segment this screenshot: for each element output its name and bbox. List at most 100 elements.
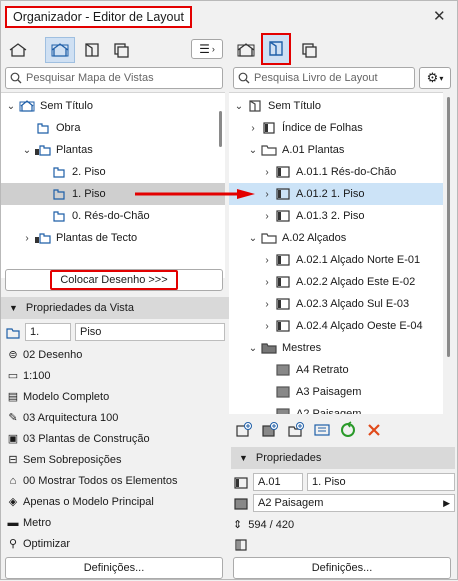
elements-icon: ⌂ — [9, 474, 17, 487]
view-property-row[interactable]: ▬ Metro — [1, 512, 52, 533]
expand-arrow-icon[interactable]: ⌄ — [233, 101, 245, 112]
expand-arrow-icon[interactable]: ⌄ — [21, 145, 33, 156]
left-tree-item[interactable]: › Plantas de Tecto — [1, 227, 225, 249]
ruler-icon: ▬ — [7, 516, 19, 529]
view-property-value: Sem Sobreposições — [23, 453, 122, 466]
tree-item-label: A.02.3 Alçado Sul E-03 — [296, 298, 410, 310]
collapse-arrow-icon[interactable]: › — [261, 255, 273, 266]
view-property-row[interactable]: ⊜ 02 Desenho — [1, 344, 82, 365]
collapse-arrow-icon[interactable]: › — [261, 211, 273, 222]
view-map-icon[interactable] — [45, 37, 75, 63]
view-property-row[interactable]: ✎ 03 Arquitectura 100 — [1, 407, 118, 428]
right-tree-item[interactable]: › A.02.1 Alçado Norte E-01 — [229, 249, 443, 271]
right-tree-item[interactable]: ⌄ A.01 Plantas — [229, 139, 443, 161]
new-master-icon[interactable] — [261, 421, 279, 439]
scale-icon: ▭ — [7, 370, 19, 382]
publisher-sets-icon[interactable] — [295, 37, 325, 63]
layout-id-field[interactable]: A.01 — [253, 473, 303, 491]
collapse-arrow-icon[interactable]: › — [261, 321, 273, 332]
right-tree-item[interactable]: › A.02.2 Alçado Este E-02 — [229, 271, 443, 293]
tree-item-label: Plantas — [56, 144, 93, 156]
layout-properties-header[interactable]: ▼ Propriedades — [231, 447, 455, 469]
layout-book-pane: Pesquisa Livro de Layout ⚙ ▾ ⌄ Sem Título ›… — [229, 31, 457, 581]
left-tree-item[interactable]: Obra — [1, 117, 225, 139]
menu-button[interactable]: ☰ › — [191, 39, 223, 59]
collapse-triangle-icon: ▼ — [9, 303, 18, 313]
publisher-sets-icon[interactable] — [107, 37, 137, 63]
view-properties-header[interactable]: ▼ Propriedades da Vista — [1, 297, 229, 319]
right-tree-item[interactable]: › A.02.3 Alçado Sul E-03 — [229, 293, 443, 315]
view-property-value: Apenas o Modelo Principal — [23, 495, 154, 508]
left-tree-item[interactable]: ⌄ Plantas — [1, 139, 225, 161]
tree-item-label: A.02 Alçados — [282, 232, 347, 244]
tree-scrollbar[interactable] — [447, 97, 450, 357]
search-icon — [238, 72, 250, 84]
view-id-field[interactable]: 1. — [25, 323, 71, 341]
view-property-row[interactable]: ⌂ 00 Mostrar Todos os Elementos — [1, 470, 178, 491]
folder-icon — [259, 143, 279, 157]
expand-arrow-icon[interactable]: ⌄ — [247, 145, 259, 156]
new-folder-icon[interactable] — [287, 421, 305, 439]
right-tree-item[interactable]: A3 Paisagem — [229, 381, 443, 403]
layout-book-icon[interactable] — [261, 33, 291, 65]
right-tree-item[interactable]: ⌄ A.02 Alçados — [229, 227, 443, 249]
delete-icon[interactable] — [365, 421, 383, 439]
collapse-arrow-icon[interactable]: › — [261, 167, 273, 178]
right-tree-item[interactable]: › A.02.4 Alçado Oeste E-04 — [229, 315, 443, 337]
layout-book-icon[interactable] — [77, 37, 107, 63]
left-tree-item[interactable]: 2. Piso — [1, 161, 225, 183]
layout-name-field[interactable]: 1. Piso — [307, 473, 455, 491]
view-property-row[interactable]: ⊟ Sem Sobreposições — [1, 449, 121, 470]
folder-view-icon — [33, 231, 53, 245]
place-drawing-button[interactable]: Colocar Desenho >>> — [50, 270, 178, 290]
view-property-row[interactable]: ⚲ Optimizar — [1, 533, 70, 554]
new-layout-icon[interactable] — [235, 421, 253, 439]
expand-arrow-icon[interactable]: ⌄ — [247, 343, 259, 354]
project-map-icon[interactable] — [3, 37, 33, 63]
view-map-search-input[interactable]: Pesquisar Mapa de Vistas — [5, 67, 223, 89]
tree-scrollbar[interactable] — [219, 111, 222, 147]
view-map-icon[interactable] — [231, 37, 261, 63]
collapse-arrow-icon[interactable]: › — [261, 299, 273, 310]
view-property-value: 00 Mostrar Todos os Elementos — [23, 474, 178, 487]
master-select[interactable]: A2 Paisagem ▶ — [253, 494, 455, 512]
right-tree-item[interactable]: › A.01.2 1. Piso — [229, 183, 443, 205]
right-tree-item[interactable]: ⌄ Mestres — [229, 337, 443, 359]
tree-item-label: A.01.2 1. Piso — [296, 188, 365, 200]
view-map-pane: ☰ › Pesquisar Mapa de Vistas ⌄ Sem Título O… — [1, 31, 229, 581]
hamburger-icon: ☰ — [199, 42, 210, 56]
collapse-arrow-icon[interactable]: › — [21, 233, 33, 244]
expand-arrow-icon[interactable]: ⌄ — [247, 233, 259, 244]
collapse-arrow-icon[interactable]: › — [247, 123, 259, 134]
right-tree-item[interactable]: › A.01.1 Rés-do-Chão — [229, 161, 443, 183]
layout-book-search-input[interactable]: Pesquisa Livro de Layout — [233, 67, 415, 89]
collapse-arrow-icon[interactable]: › — [261, 277, 273, 288]
index-icon — [259, 121, 279, 135]
master-icon — [273, 385, 293, 399]
left-settings-button[interactable]: Definições... — [5, 557, 223, 579]
right-tree-item[interactable]: › A.01.3 2. Piso — [229, 205, 443, 227]
master-icon — [234, 497, 248, 510]
properties-icon[interactable] — [313, 421, 331, 439]
close-icon[interactable]: ✕ — [433, 7, 446, 25]
settings-gear-button[interactable]: ⚙ ▾ — [419, 67, 451, 89]
right-settings-button[interactable]: Definições... — [233, 557, 451, 579]
folder-view-icon — [33, 143, 53, 157]
collapse-arrow-icon[interactable]: › — [261, 189, 273, 200]
view-property-row[interactable]: ◈ Apenas o Modelo Principal — [1, 491, 154, 512]
view-property-row[interactable]: ▣ 03 Plantas de Construção — [1, 428, 150, 449]
view-property-row[interactable]: ▭ 1:100 — [1, 365, 51, 386]
right-tree-item[interactable]: A2 Paisagem — [229, 403, 443, 414]
view-property-row[interactable]: ▤ Modelo Completo — [1, 386, 109, 407]
expand-arrow-icon[interactable]: ⌄ — [5, 101, 17, 112]
view-id-row — [1, 322, 21, 343]
view-name-field[interactable]: Piso — [75, 323, 225, 341]
left-tree-item[interactable]: ⌄ Sem Título — [1, 95, 225, 117]
right-tree-item[interactable]: › Índice de Folhas — [229, 117, 443, 139]
right-tree-item[interactable]: ⌄ Sem Título — [229, 95, 443, 117]
update-icon[interactable] — [339, 421, 357, 439]
right-tree-item[interactable]: A4 Retrato — [229, 359, 443, 381]
view-icon — [49, 187, 69, 201]
view-icon — [49, 209, 69, 223]
left-tree-item[interactable]: 0. Rés-do-Chão — [1, 205, 225, 227]
